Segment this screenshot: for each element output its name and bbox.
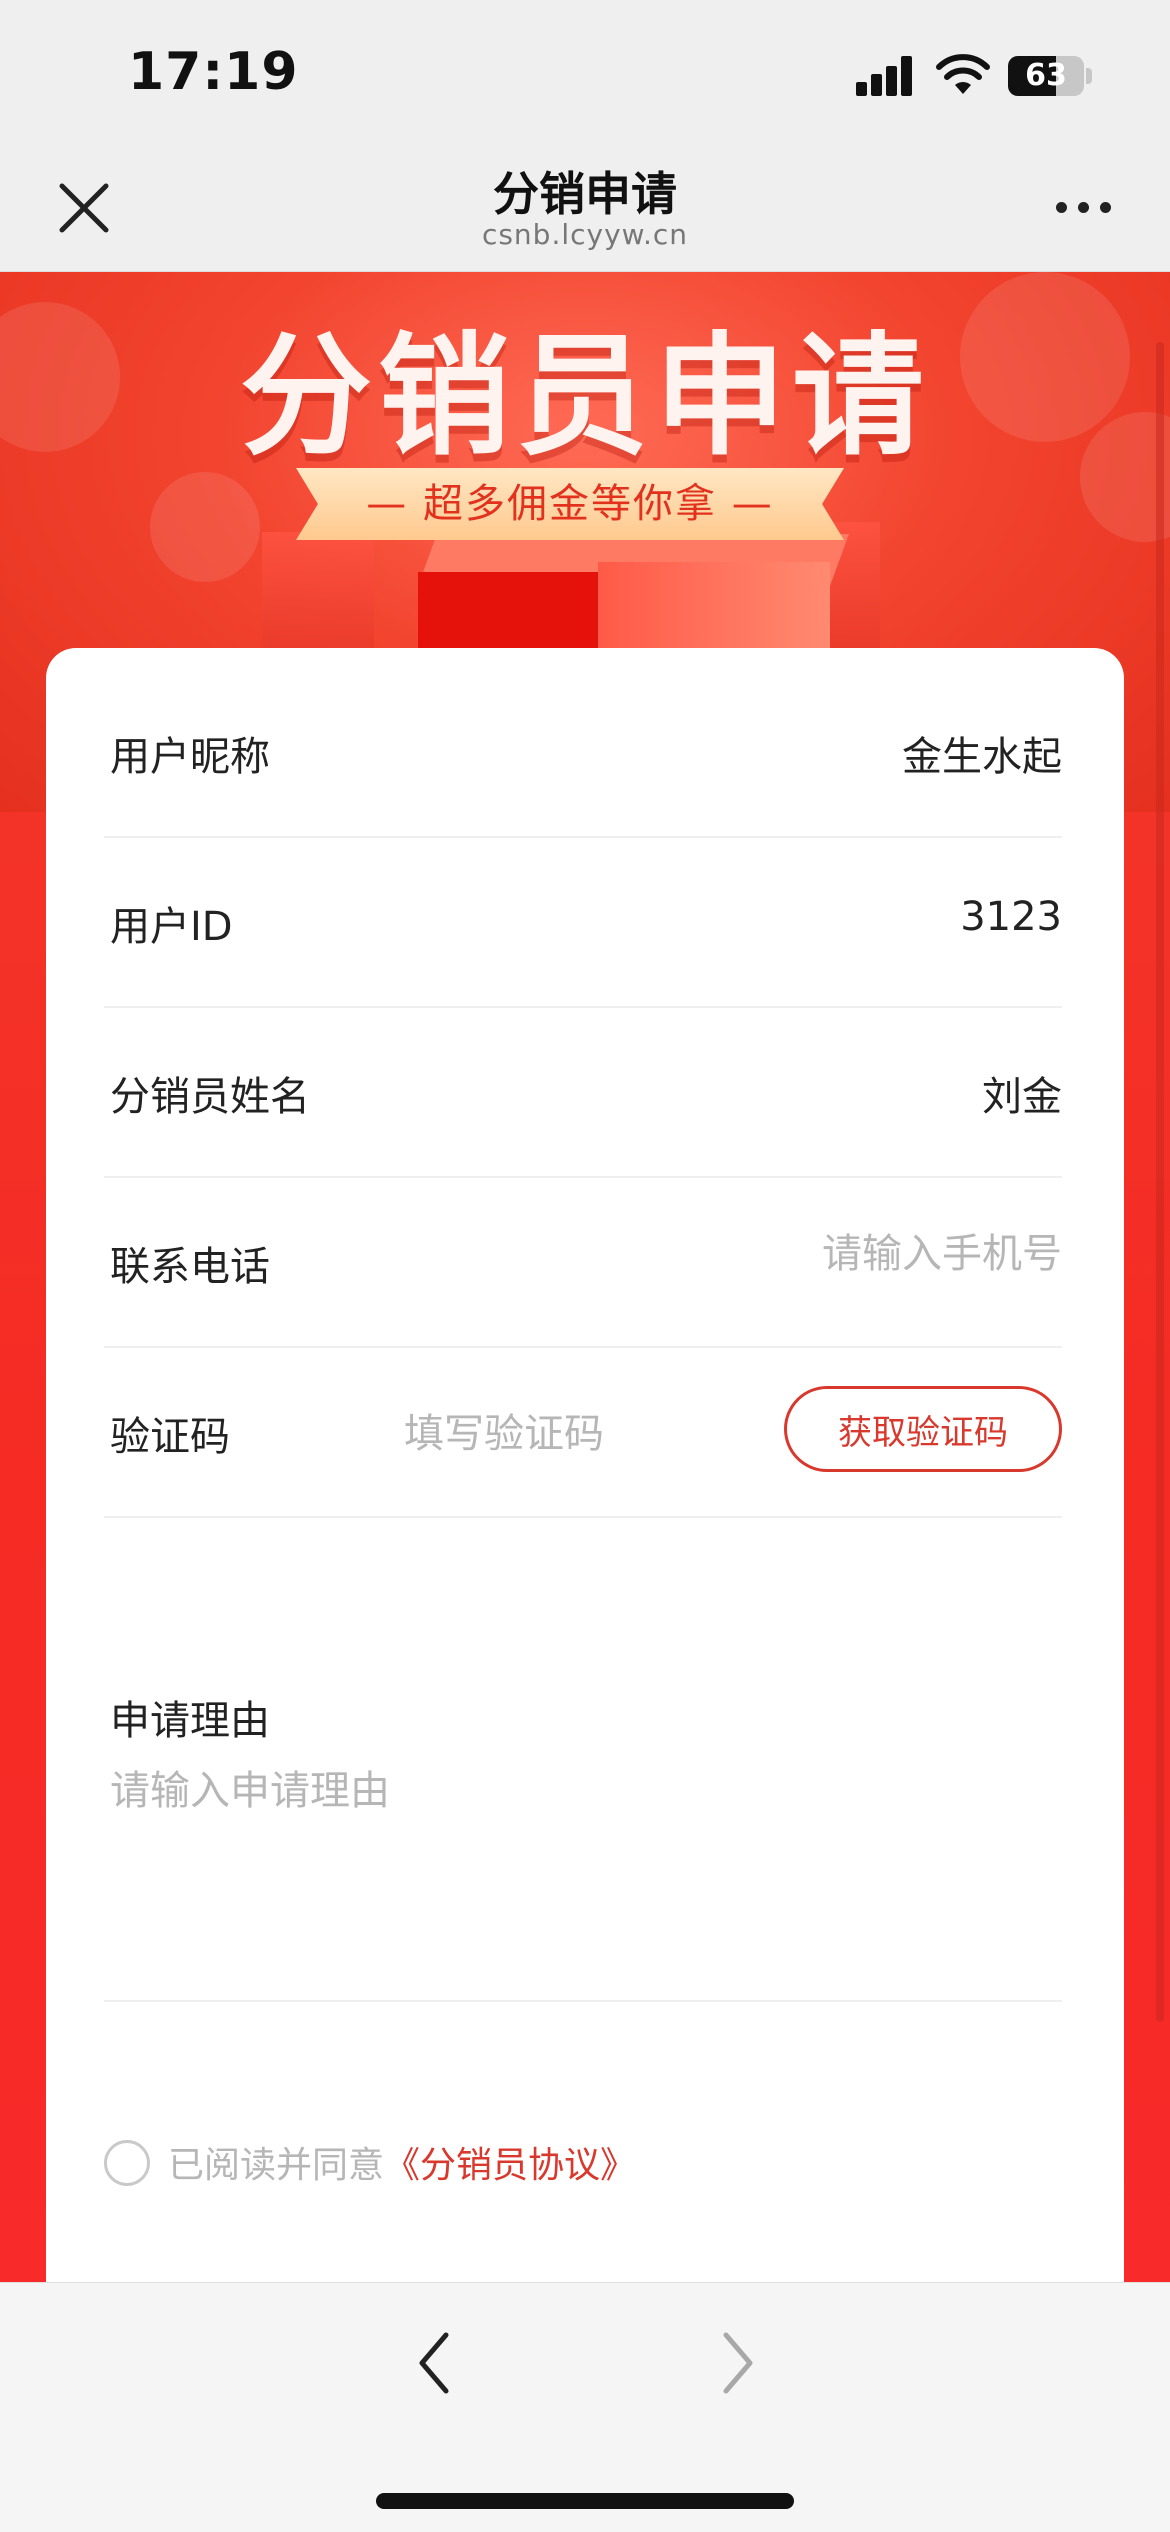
nickname-label: 用户昵称 bbox=[110, 734, 270, 780]
signal-icon bbox=[856, 56, 914, 96]
status-bar: 17:19 63 bbox=[0, 0, 1170, 140]
user-id-row: 用户ID 3123 bbox=[104, 838, 1062, 1008]
reason-input[interactable] bbox=[110, 1758, 1056, 1978]
code-input[interactable] bbox=[404, 1404, 764, 1464]
banner-title: 分销员申请 bbox=[240, 320, 930, 474]
user-id-label: 用户ID bbox=[110, 904, 233, 950]
page-url: csnb.lcyyw.cn bbox=[481, 218, 689, 251]
wifi-icon bbox=[936, 54, 990, 94]
code-label: 验证码 bbox=[110, 1414, 230, 1460]
home-indicator bbox=[376, 2493, 794, 2509]
browser-toolbar bbox=[0, 2282, 1170, 2532]
phone-row: 联系电话 bbox=[104, 1178, 1062, 1348]
get-code-button[interactable]: 获取验证码 bbox=[784, 1386, 1062, 1472]
code-row: 验证码 获取验证码 bbox=[104, 1348, 1062, 1518]
nickname-row: 用户昵称 金生水起 bbox=[104, 668, 1062, 838]
agreement-link[interactable]: 《分销员协议》 bbox=[384, 2145, 636, 2186]
scrollbar[interactable] bbox=[1156, 342, 1164, 2022]
nav-bar: 分销申请 csnb.lcyyw.cn bbox=[0, 140, 1170, 272]
name-value[interactable]: 刘金 bbox=[982, 1064, 1062, 1122]
nickname-value: 金生水起 bbox=[902, 734, 1062, 780]
reason-label: 申请理由 bbox=[110, 1698, 270, 1744]
agreement-checkbox[interactable] bbox=[104, 2140, 150, 2186]
battery-level: 63 bbox=[1025, 58, 1067, 93]
battery-cap bbox=[1086, 68, 1092, 84]
user-id-value: 3123 bbox=[960, 894, 1062, 940]
name-row: 分销员姓名 刘金 bbox=[104, 1008, 1062, 1178]
status-time: 17:19 bbox=[128, 42, 299, 102]
reason-row: 申请理由 bbox=[104, 1662, 1062, 2002]
more-icon[interactable] bbox=[1052, 196, 1116, 218]
battery-icon: 63 bbox=[1008, 56, 1084, 96]
agreement-text[interactable]: 已阅读并同意《分销员协议》 bbox=[168, 2136, 636, 2188]
chevron-left-icon[interactable] bbox=[408, 2323, 460, 2403]
banner-ribbon-text: — 超多佣金等你拿 — bbox=[366, 481, 774, 527]
phone-input[interactable] bbox=[502, 1224, 1062, 1284]
chevron-right-icon[interactable] bbox=[712, 2323, 764, 2403]
application-form: 用户昵称 金生水起 用户ID 3123 分销员姓名 刘金 联系电话 验证码 获取… bbox=[46, 648, 1124, 2282]
name-label: 分销员姓名 bbox=[110, 1074, 310, 1120]
phone-label: 联系电话 bbox=[110, 1244, 270, 1290]
agreement-label: 已阅读并同意 bbox=[168, 2145, 385, 2186]
banner-bubble bbox=[150, 472, 260, 582]
page-title: 分销申请 bbox=[493, 167, 677, 221]
page-content[interactable]: 分销员申请 — 超多佣金等你拿 — 用户昵称 金生水起 用户ID 3123 分销… bbox=[0, 272, 1170, 2282]
banner-ribbon: — 超多佣金等你拿 — bbox=[296, 468, 844, 540]
